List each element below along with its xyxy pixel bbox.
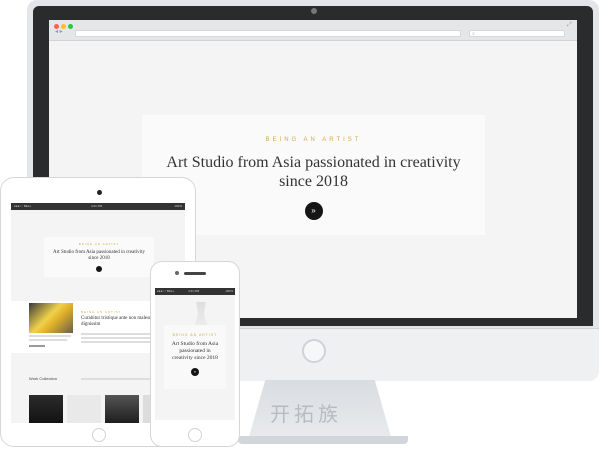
artwork-image xyxy=(29,303,73,333)
tablet-home-button xyxy=(92,428,106,442)
watermark-text: 开拓族 xyxy=(270,402,342,426)
text-line xyxy=(81,341,161,343)
address-bar[interactable] xyxy=(75,30,461,37)
tablet-camera xyxy=(97,190,102,195)
scroll-down-button[interactable]: » xyxy=(304,202,323,220)
text-line xyxy=(29,335,71,337)
browser-chrome: ◂ ▸ ⌕ ⤢ xyxy=(49,20,577,41)
gallery-thumbnail[interactable] xyxy=(29,395,63,423)
text-line xyxy=(29,339,67,341)
phone-screen: ●●●○○ BELL 4:21 PM 100% BEING AN ARTIST … xyxy=(155,288,235,420)
monitor-home-button xyxy=(302,339,326,363)
scroll-down-button[interactable]: » xyxy=(191,368,199,376)
phone-hero-card: BEING AN ARTIST Art Studio from Asia pas… xyxy=(164,325,226,389)
section-tag: BEING AN ARTIST xyxy=(81,310,122,314)
phone-camera xyxy=(175,271,179,275)
browser-search-input[interactable]: ⌕ xyxy=(469,30,565,37)
work-collection-title: Work Collection xyxy=(29,376,57,381)
back-forward-icon[interactable]: ◂ ▸ xyxy=(55,28,63,35)
text-line xyxy=(81,378,151,380)
tablet-hero-card: BEING AN ARTIST Art Studio from Asia pas… xyxy=(44,237,154,277)
monitor-stand-base xyxy=(238,436,408,444)
status-bar: ●●●○○ BELL 4:21 PM 100% xyxy=(155,288,235,295)
phone-home-button xyxy=(188,428,202,442)
hero-eyebrow: BEING AN ARTIST xyxy=(265,137,362,143)
read-more-link[interactable] xyxy=(29,345,45,347)
scroll-down-button[interactable] xyxy=(96,266,102,272)
phone-speaker xyxy=(184,272,206,275)
gallery-thumbnail[interactable] xyxy=(67,395,101,423)
chevron-down-icon: » xyxy=(311,206,316,215)
gallery-thumbnail[interactable] xyxy=(105,395,139,423)
fullscreen-icon[interactable]: ⤢ xyxy=(567,22,572,29)
maximize-window-icon[interactable] xyxy=(68,24,73,29)
monitor-camera xyxy=(311,8,317,14)
chevron-down-icon: » xyxy=(193,369,197,374)
status-bar: ●●●○○ BELL 4:21 PM 100% xyxy=(11,203,185,210)
